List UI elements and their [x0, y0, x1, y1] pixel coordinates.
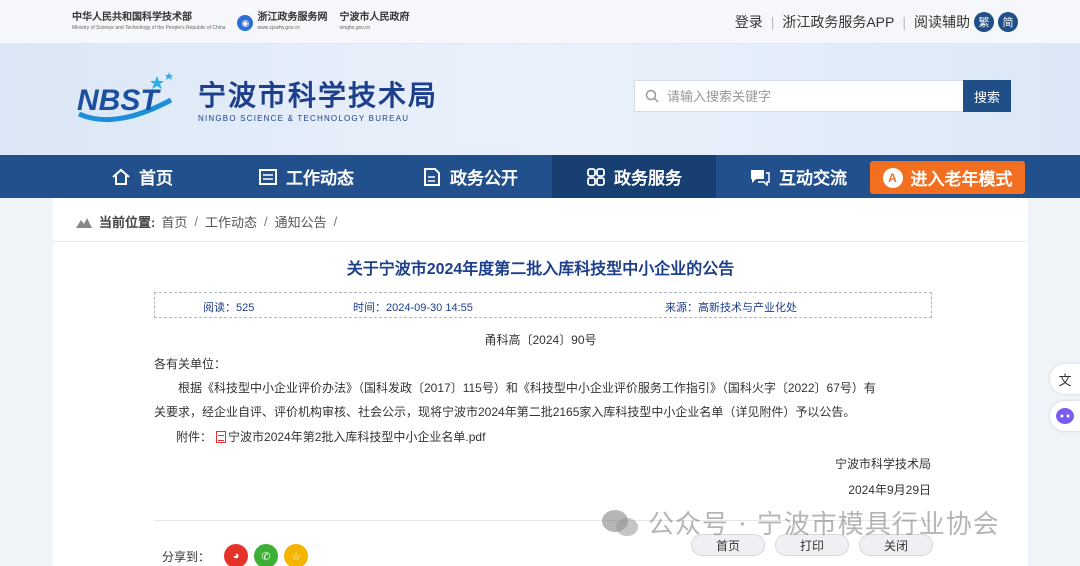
search-icon: [645, 89, 659, 103]
elder-mode-label: 进入老年模式: [910, 170, 1013, 189]
app-link[interactable]: 浙江政务服务APP: [782, 12, 894, 32]
logo-text: NBST: [77, 84, 161, 117]
breadcrumb-separator: /: [194, 214, 198, 229]
separator: |: [902, 14, 906, 30]
link-ningbo-gov-sub: ningbo.gov.cn: [339, 25, 371, 31]
link-most-sub: Ministry of Science and Technology of th…: [72, 25, 226, 31]
translate-button[interactable]: 文: [1050, 364, 1080, 394]
top-links: 中华人民共和国科学技术部 Ministry of Science and Tec…: [72, 12, 421, 34]
traditional-chinese-button[interactable]: 繁: [974, 12, 994, 32]
breadcrumb-label: 当前位置:: [99, 215, 156, 230]
translate-icon: 文: [1058, 372, 1072, 388]
assistant-icon: [1056, 408, 1074, 424]
nav-item-label: 工作动态: [286, 169, 354, 188]
meta-source: 来源：高新技术与产业化处: [665, 302, 797, 314]
nbst-logo-icon: NBST: [77, 72, 173, 122]
nav-item-interaction[interactable]: 互动交流: [716, 155, 880, 198]
search-box: [634, 80, 964, 112]
link-ningbo-gov-label: 宁波市人民政府: [339, 12, 410, 23]
elder-mode-button[interactable]: A 进入老年模式: [870, 161, 1025, 194]
elder-mode-icon: A: [882, 167, 903, 188]
nav-item-label: 政务公开: [450, 169, 518, 188]
grid-icon: [587, 167, 605, 186]
nav-item-public-affairs[interactable]: 政务公开: [388, 155, 552, 198]
pdf-icon: [216, 430, 227, 443]
nav-item-gov-services[interactable]: 政务服务: [552, 155, 716, 198]
link-most-label: 中华人民共和国科学技术部: [72, 12, 192, 23]
document-number: 甬科高〔2024〕90号: [484, 333, 597, 347]
news-icon: [259, 168, 277, 185]
share-bar: 分享到： ◕ ✆ ☆: [162, 544, 309, 566]
home-icon: [112, 168, 130, 185]
breadcrumb-notices[interactable]: 通知公告: [275, 212, 327, 231]
meta-time: 时间：2024-09-30 14:55: [353, 302, 473, 314]
attachment-link[interactable]: 宁波市2024年第2批入库科技型中小企业名单.pdf: [228, 428, 485, 445]
simplified-chinese-button[interactable]: 简: [998, 12, 1018, 32]
article-meta: 阅读：525 时间：2024-09-30 14:55 来源：高新技术与产业化处: [154, 292, 932, 318]
breadcrumb-separator: /: [333, 214, 338, 229]
top-right-links: 登录 | 浙江政务服务APP | 阅读辅助 繁 简: [735, 12, 1018, 32]
signature-date: 2024年9月29日: [848, 483, 931, 497]
separator: |: [770, 14, 775, 30]
paragraph-line: 关要求，经企业自评、评价机构审核、社会公示，现将宁波市2024年第二批2165家…: [154, 405, 856, 419]
link-zjzwfw[interactable]: 浙江政务服务网 www.zjzwfw.gov.cn: [257, 12, 327, 34]
top-bar: 中华人民共和国科学技术部 Ministry of Science and Tec…: [0, 0, 1080, 44]
salutation: 各有关单位：: [154, 357, 227, 371]
site-header: NBST 宁波市科学技术局 NINGBO SCIENCE & TECHNOLOG…: [0, 44, 1080, 155]
meta-views: 阅读：525: [203, 302, 255, 314]
link-ningbo-gov[interactable]: 宁波市人民政府 ningbo.gov.cn: [339, 12, 409, 34]
attachment-row: 附件： 宁波市2024年第2批入库科技型中小企业名单.pdf: [176, 428, 485, 445]
chat-icon: [751, 169, 770, 186]
breadcrumb: 当前位置: 首页 / 工作动态 / 通知公告 /: [75, 212, 344, 231]
link-zjzwfw-sub: www.zjzwfw.gov.cn: [257, 25, 300, 31]
nav-item-work-news[interactable]: 工作动态: [224, 155, 388, 198]
location-icon: [76, 217, 92, 228]
signature-org: 宁波市科学技术局: [834, 457, 931, 471]
assistant-button[interactable]: [1050, 401, 1080, 431]
breadcrumb-work-news[interactable]: 工作动态: [205, 212, 257, 231]
nav-item-label: 首页: [139, 169, 173, 188]
wechat-watermark-icon: [602, 509, 638, 536]
weibo-icon[interactable]: ◕: [224, 544, 249, 566]
site-title: 宁波市科学技术局: [198, 79, 439, 112]
document-icon: [424, 167, 440, 186]
breadcrumb-separator: /: [264, 214, 268, 229]
login-link[interactable]: 登录: [735, 12, 763, 32]
nav-item-home[interactable]: 首页: [60, 155, 224, 198]
link-zjzwfw-label: 浙江政务服务网: [257, 12, 328, 23]
nav-item-label: 政务服务: [614, 169, 682, 188]
zjzwfw-logo-icon: ◉: [237, 15, 254, 31]
link-most[interactable]: 中华人民共和国科学技术部 Ministry of Science and Tec…: [72, 12, 225, 34]
paragraph-line: 根据《科技型中小企业评价办法》（国科发政〔2017〕115号）和《科技型中小企业…: [178, 381, 876, 395]
search-input[interactable]: [667, 88, 947, 104]
site-subtitle: NINGBO SCIENCE & TECHNOLOGY BUREAU: [198, 114, 410, 123]
divider: [53, 241, 1028, 242]
search-button[interactable]: 搜索: [963, 80, 1011, 112]
watermark-text: 公众号 · 宁波市模具行业协会: [648, 510, 1000, 540]
favorite-icon[interactable]: ☆: [284, 544, 309, 566]
attachment-label: 附件：: [176, 430, 213, 444]
wechat-icon[interactable]: ✆: [254, 544, 279, 566]
breadcrumb-home[interactable]: 首页: [161, 212, 187, 231]
share-label: 分享到：: [162, 549, 211, 564]
nav-item-label: 互动交流: [779, 169, 847, 188]
reader-link[interactable]: 阅读辅助: [914, 12, 970, 32]
article-title: 关于宁波市2024年度第二批入库科技型中小企业的公告: [346, 261, 735, 278]
watermark: 公众号 · 宁波市模具行业协会: [600, 504, 1000, 541]
